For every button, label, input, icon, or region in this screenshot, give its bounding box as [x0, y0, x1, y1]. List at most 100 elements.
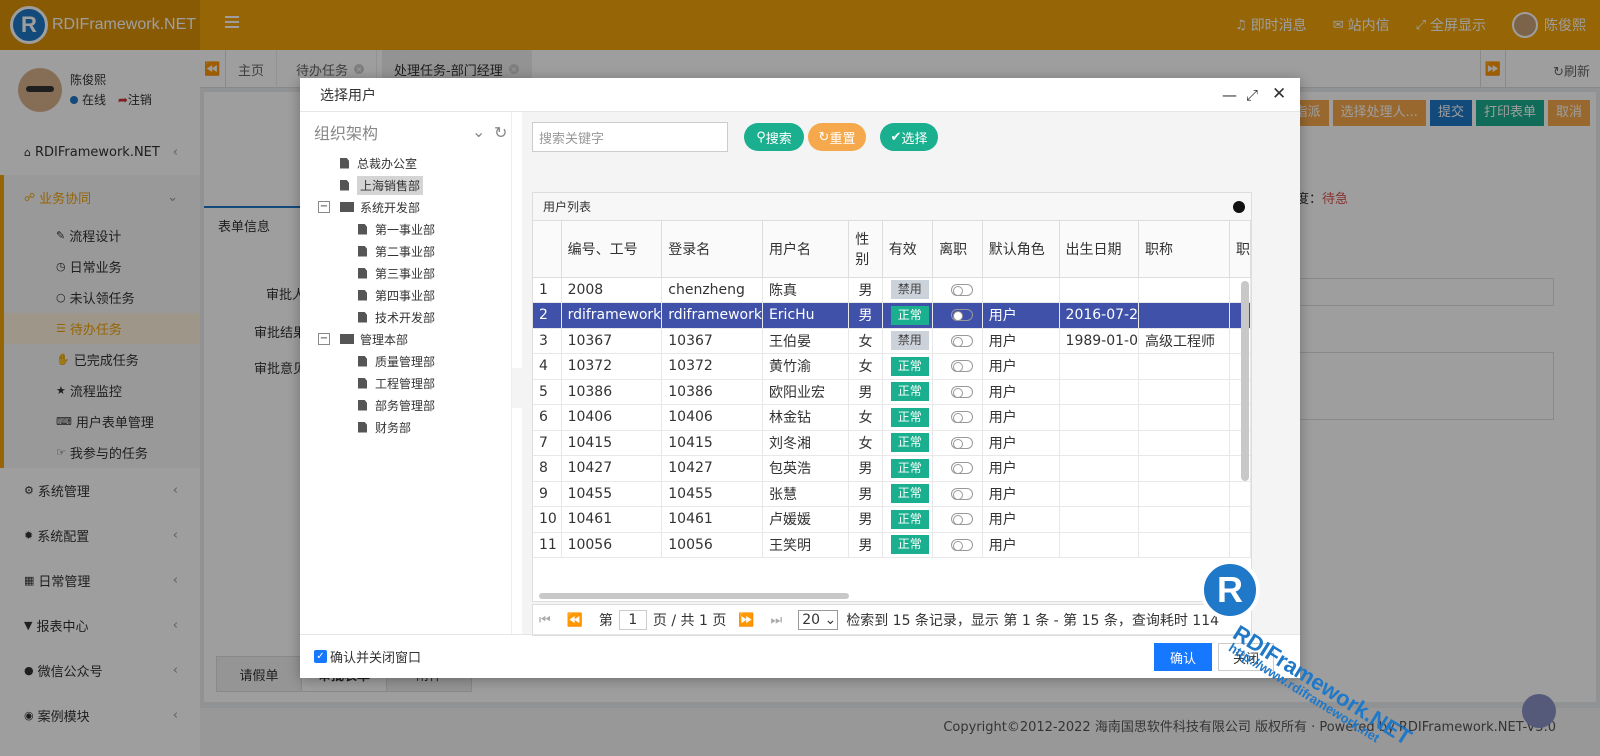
- maximize-icon[interactable]: ⤢: [1246, 86, 1258, 104]
- role-cell: 用户: [982, 430, 1060, 456]
- table-row[interactable]: 2 rdiframework rdiframework EricHu 男正常 用户 2016…: [533, 302, 1251, 329]
- tree-node-label: 技术开发部: [375, 310, 436, 325]
- status-cell: 正常: [882, 532, 934, 558]
- tree-node[interactable]: 第四事业部: [340, 284, 511, 306]
- cell-text: 9: [539, 485, 548, 502]
- table-row[interactable]: 5 10386 10386 欧阳业宏 男正常 用户: [533, 379, 1251, 405]
- row-number-cell: 11: [533, 532, 562, 558]
- chat-bubble-icon[interactable]: [1522, 694, 1556, 728]
- collapse-icon[interactable]: −: [318, 201, 330, 213]
- role-cell: 用户: [982, 379, 1060, 405]
- gender-cell: 女: [848, 404, 883, 431]
- toggle-switch[interactable]: [951, 538, 974, 551]
- title-cell: [1138, 404, 1230, 431]
- column-header[interactable]: 登录名: [661, 221, 763, 278]
- tree-node[interactable]: 第三事业部: [340, 262, 511, 284]
- toggle-switch[interactable]: [951, 309, 974, 322]
- column-header[interactable]: 职: [1229, 221, 1251, 278]
- table-row[interactable]: 9 10455 10455 张慧 男正常 用户: [533, 481, 1251, 507]
- minimize-icon[interactable]: —: [1222, 86, 1237, 104]
- page-total: 页 / 共 1 页: [652, 613, 727, 629]
- cell-text: 2016-07-2: [1065, 307, 1139, 324]
- column-header[interactable]: 有效: [882, 221, 934, 278]
- table-row[interactable]: 1 2008 chenzheng 陈真 男禁用: [533, 277, 1251, 303]
- resigned-cell: [932, 353, 983, 380]
- toggle-switch[interactable]: [951, 334, 974, 347]
- dialog-footer: ✓ 确认并关闭窗口 确认 关闭: [300, 634, 1300, 678]
- cell-text: 10415: [668, 434, 713, 451]
- toggle-switch[interactable]: [951, 385, 974, 398]
- reset-button[interactable]: ↻ 重置: [808, 123, 866, 151]
- table-row[interactable]: 3 10367 10367 王伯晏 女禁用 用户 1989-01-0 高级工程师: [533, 328, 1251, 354]
- column-header[interactable]: [533, 221, 562, 278]
- column-header[interactable]: 用户名: [762, 221, 850, 278]
- tree-node[interactable]: − 管理本部: [318, 328, 511, 350]
- row-number-cell: 7: [533, 430, 562, 456]
- panel-collapse-handle[interactable]: [512, 368, 522, 408]
- tree-node[interactable]: 总裁办公室: [340, 152, 511, 174]
- search-input[interactable]: 搜索关键字: [532, 122, 728, 152]
- table-row[interactable]: 4 10372 10372 黄竹渝 女正常 用户: [533, 353, 1251, 380]
- checkbox-checked-icon[interactable]: ✓: [314, 650, 327, 663]
- tree-node[interactable]: 质量管理部: [340, 350, 511, 372]
- select-button[interactable]: ✔ 选择: [880, 123, 938, 151]
- collapse-icon[interactable]: −: [318, 333, 330, 345]
- tree-node[interactable]: 第一事业部: [340, 218, 511, 240]
- first-page-icon[interactable]: ⏮: [539, 613, 551, 628]
- prev-page-icon[interactable]: ⏪: [567, 613, 583, 628]
- column-header[interactable]: 性别: [848, 221, 883, 278]
- column-header[interactable]: 默认角色: [982, 221, 1060, 278]
- toggle-switch[interactable]: [951, 436, 974, 449]
- table-row[interactable]: 6 10406 10406 林金钻 女正常 用户: [533, 404, 1251, 431]
- cell-text: 6: [539, 409, 548, 426]
- toggle-switch[interactable]: [951, 283, 974, 296]
- last-page-icon[interactable]: ⏭: [771, 613, 783, 628]
- tree-node[interactable]: 财务部: [340, 416, 511, 438]
- tree-node[interactable]: − 系统开发部: [318, 196, 511, 218]
- cell-text: 用户: [988, 461, 1017, 478]
- document-icon: [340, 157, 349, 169]
- tree-node-selected[interactable]: 上海销售部: [340, 174, 511, 196]
- tree-node[interactable]: 技术开发部: [340, 306, 511, 328]
- code-cell: 10461: [561, 506, 663, 533]
- tree-node[interactable]: 工程管理部: [340, 372, 511, 394]
- toggle-switch[interactable]: [951, 411, 974, 424]
- cell-text: 10427: [668, 460, 713, 477]
- table-row[interactable]: 8 10427 10427 包英浩 男正常 用户: [533, 455, 1251, 482]
- column-header[interactable]: 离职: [932, 221, 983, 278]
- table-row[interactable]: 11 10056 10056 王笑明 男正常 用户: [533, 532, 1251, 558]
- column-header[interactable]: 职称: [1138, 221, 1230, 278]
- page-size-select[interactable]: 20 ⌄: [798, 610, 839, 630]
- cell-text: 7: [539, 434, 548, 451]
- column-header[interactable]: 编号、工号: [561, 221, 663, 278]
- resigned-cell: [932, 532, 983, 558]
- tree-node[interactable]: 部务管理部: [340, 394, 511, 416]
- table-row[interactable]: 7 10415 10415 刘冬湘 女正常 用户: [533, 430, 1251, 456]
- gender-cell: 女: [848, 328, 883, 354]
- status-badge: 正常: [890, 484, 929, 504]
- refresh-icon[interactable]: ↻: [494, 123, 507, 142]
- collapse-circle-icon[interactable]: [1233, 201, 1245, 213]
- horizontal-scrollbar[interactable]: [539, 593, 849, 599]
- toggle-switch[interactable]: [951, 487, 974, 500]
- status-cell: 正常: [882, 430, 934, 456]
- status-badge: 正常: [890, 305, 929, 325]
- tree-node-label: 部务管理部: [375, 398, 436, 413]
- cell-text: 10367: [668, 332, 713, 349]
- column-header[interactable]: 出生日期: [1059, 221, 1140, 278]
- toggle-switch[interactable]: [951, 462, 974, 475]
- toggle-switch[interactable]: [951, 513, 974, 526]
- birth-cell: 1989-01-0: [1059, 328, 1140, 354]
- search-button[interactable]: ⚲ 搜索: [744, 123, 804, 151]
- table-row[interactable]: 10 10461 10461 卢媛媛 男正常 用户: [533, 506, 1251, 533]
- toggle-switch[interactable]: [951, 360, 974, 373]
- page-input[interactable]: 1: [618, 610, 647, 630]
- next-page-icon[interactable]: ⏩: [738, 613, 754, 628]
- resigned-cell: [932, 430, 983, 456]
- tree-node[interactable]: 第二事业部: [340, 240, 511, 262]
- vertical-scrollbar[interactable]: [1241, 281, 1249, 481]
- chevron-down-icon[interactable]: ⌄: [472, 122, 485, 141]
- cell-text: 女: [858, 333, 873, 350]
- role-cell: 用户: [982, 353, 1060, 380]
- close-icon[interactable]: ✕: [1272, 84, 1286, 104]
